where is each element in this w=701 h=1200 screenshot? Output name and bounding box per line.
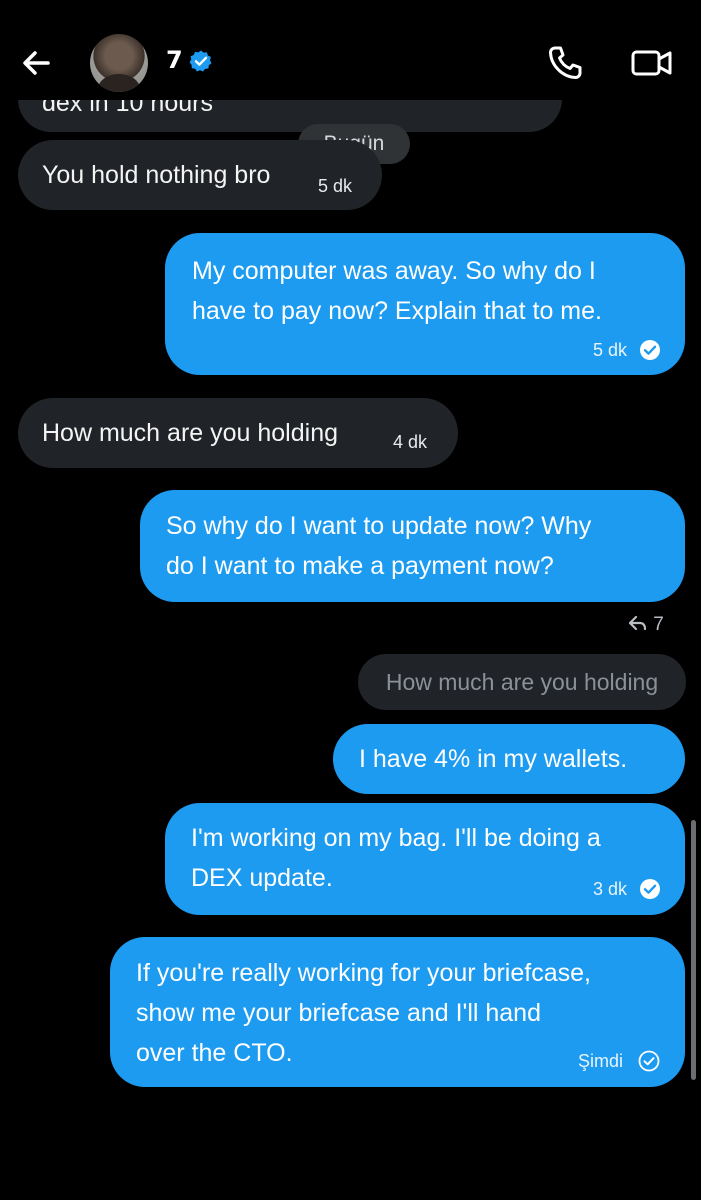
sent-receipt-icon (638, 1050, 660, 1072)
outgoing-message[interactable]: My computer was away. So why do I have t… (165, 233, 685, 375)
message-text: I have 4% in my wallets. (359, 745, 628, 773)
verified-badge-icon (189, 50, 212, 72)
message-timestamp: 5 dk (318, 176, 353, 196)
incoming-message[interactable]: You hold nothing bro 5 dk (18, 140, 382, 210)
message-line: My computer was away. So why do I (192, 257, 596, 285)
reply-arrow-icon (628, 615, 647, 631)
arrow-left-icon (23, 51, 50, 75)
message-text: You hold nothing bro (42, 161, 271, 189)
message-line: over the CTO. (136, 1039, 293, 1067)
outgoing-message[interactable]: So why do I want to update now? Why do I… (140, 490, 685, 602)
reply-indicator: 7 (628, 614, 664, 636)
message-line: DEX update. (191, 864, 333, 892)
read-receipt-icon (640, 340, 660, 360)
message-timestamp: 3 dk (593, 879, 628, 899)
outgoing-message[interactable]: If you're really working for your briefc… (110, 937, 685, 1087)
incoming-message[interactable]: How much are you holding 4 dk (18, 398, 458, 468)
message-line: do I want to make a payment now? (166, 552, 554, 580)
message-line: If you're really working for your briefc… (136, 959, 591, 987)
message-line: So why do I want to update now? Why (166, 512, 592, 540)
video-camera-icon (631, 50, 672, 76)
message-line: show me your briefcase and I'll hand (136, 999, 541, 1027)
avatar[interactable] (90, 34, 148, 92)
quoted-message[interactable]: How much are you holding (358, 654, 686, 710)
phone-icon (549, 46, 582, 79)
contact-name[interactable]: 7 (166, 46, 183, 74)
message-timestamp: 5 dk (593, 340, 628, 360)
read-receipt-icon (640, 879, 660, 899)
avatar-figure (98, 74, 140, 92)
back-button[interactable] (18, 44, 56, 82)
outgoing-message[interactable]: I have 4% in my wallets. (333, 724, 685, 794)
scrollbar-thumb[interactable] (691, 820, 696, 1080)
message-line: I'm working on my bag. I'll be doing a (191, 824, 601, 852)
video-call-button[interactable] (630, 44, 674, 82)
reply-target-name: 7 (653, 614, 664, 635)
message-line: have to pay now? Explain that to me. (192, 297, 602, 325)
message-text: How much are you holding (42, 419, 338, 447)
message-timestamp: Şimdi (578, 1051, 624, 1071)
chat-header: 7 (0, 0, 701, 100)
voice-call-button[interactable] (546, 44, 584, 82)
outgoing-message[interactable]: I'm working on my bag. I'll be doing a D… (165, 803, 685, 915)
message-timestamp: 4 dk (393, 432, 428, 452)
